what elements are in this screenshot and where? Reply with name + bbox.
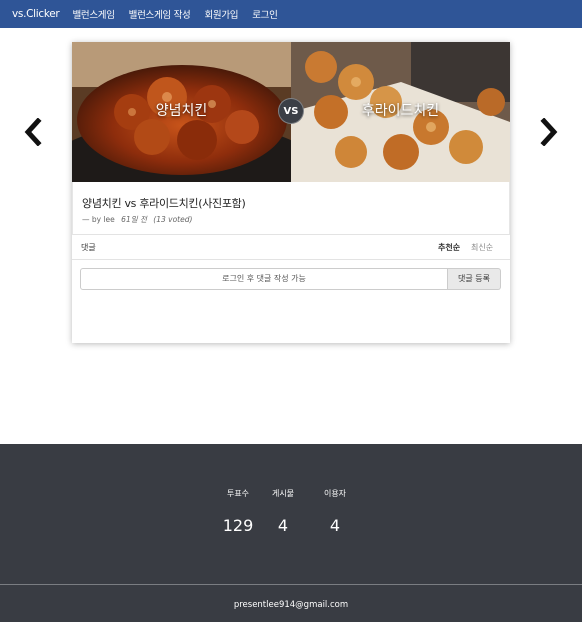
sort-latest-tab[interactable]: 최신순 xyxy=(471,242,493,253)
vote-count: (13 voted) xyxy=(153,215,193,224)
stat-users-label: 이용자 xyxy=(323,489,347,498)
contact-email[interactable]: presentlee914@gmail.com xyxy=(0,600,582,610)
comment-header: 댓글 추천순 최신순 xyxy=(72,236,510,260)
post-meta: — by lee 61일 전 (13 voted) xyxy=(82,214,192,225)
nav-login[interactable]: 로그인 xyxy=(252,7,278,21)
top-navbar: vs.Clicker 밸런스게임 밸런스게임 작성 회원가입 로그인 xyxy=(0,0,582,28)
sort-recommended-tab[interactable]: 추천순 xyxy=(438,242,460,253)
balance-game-card: 양념치킨 후라이드치킨 VS 양념치킨 vs 후라이드치킨(사진포함) — by… xyxy=(72,42,510,343)
comment-section-label: 댓글 xyxy=(81,243,96,252)
option-a-label: 양념치킨 xyxy=(155,103,208,119)
option-b-image[interactable]: 후라이드치킨 xyxy=(291,42,510,182)
nav-write-balance-game[interactable]: 밸런스게임 작성 xyxy=(129,7,191,21)
post-title[interactable]: 양념치킨 vs 후라이드치킨(사진포함) xyxy=(82,195,246,211)
chevron-left-icon xyxy=(24,117,42,147)
comment-submit-button[interactable]: 댓글 등록 xyxy=(448,268,501,290)
comment-form: 로그인 후 댓글 작성 가능 댓글 등록 xyxy=(80,268,501,290)
chevron-right-icon xyxy=(540,117,558,147)
stat-posts-value: 4 xyxy=(277,516,289,535)
site-footer: 투표수 129 게시물 4 이용자 4 presentlee914@gmail.… xyxy=(0,444,582,622)
option-a-image[interactable]: 양념치킨 xyxy=(72,42,291,182)
option-b-label: 후라이드치킨 xyxy=(361,103,440,119)
comment-input[interactable]: 로그인 후 댓글 작성 가능 xyxy=(80,268,448,290)
stat-posts-label: 게시물 xyxy=(271,489,295,498)
nav-signup[interactable]: 회원가입 xyxy=(204,7,238,21)
vs-images: 양념치킨 후라이드치킨 VS xyxy=(72,42,510,182)
prev-arrow-button[interactable] xyxy=(22,117,44,147)
vs-badge: VS xyxy=(278,98,304,124)
post-info: 양념치킨 vs 후라이드치킨(사진포함) — by lee 61일 전 (13 … xyxy=(72,182,510,235)
post-author: — by lee xyxy=(82,215,115,224)
next-arrow-button[interactable] xyxy=(538,117,560,147)
nav-balance-game[interactable]: 밸런스게임 xyxy=(72,7,115,21)
brand-link[interactable]: vs.Clicker xyxy=(12,8,60,20)
footer-divider xyxy=(0,584,582,585)
stat-users-value: 4 xyxy=(329,516,341,535)
post-time-ago: 61일 전 xyxy=(121,215,147,224)
